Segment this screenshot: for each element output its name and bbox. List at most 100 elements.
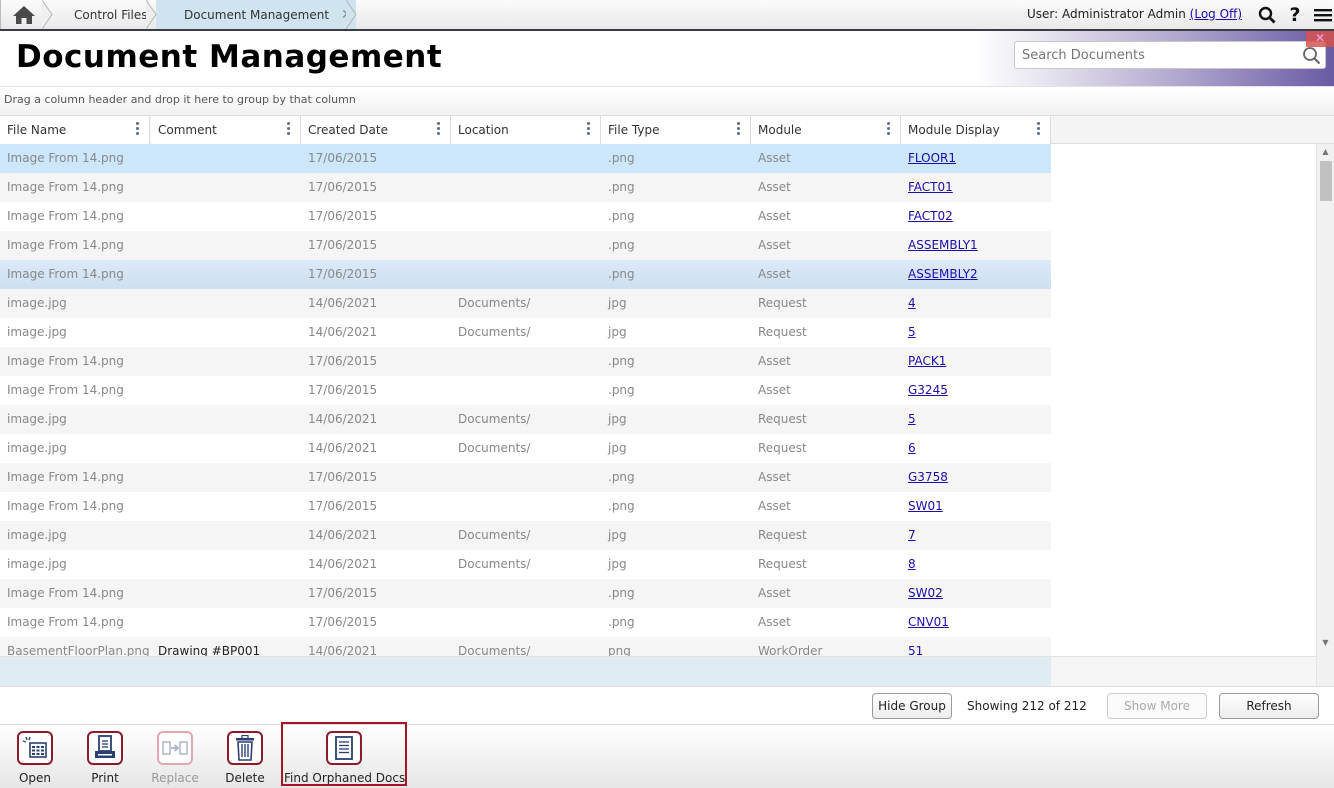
- module-display-link[interactable]: ASSEMBLY2: [908, 267, 978, 281]
- module-display-link[interactable]: FLOOR1: [908, 151, 956, 165]
- show-more-button[interactable]: Show More: [1107, 693, 1207, 719]
- module-display-link[interactable]: PACK1: [908, 354, 946, 368]
- column-menu-icon[interactable]: [437, 122, 441, 138]
- table-row[interactable]: Image From 14.png 17/06/2015 .png Asset G375…: [0, 463, 1051, 492]
- hide-group-button[interactable]: Hide Group: [872, 693, 952, 719]
- column-header[interactable]: File Type: [601, 116, 751, 144]
- module-display-link[interactable]: SW02: [908, 586, 943, 600]
- search-icon[interactable]: [1302, 46, 1321, 68]
- search-icon[interactable]: [1256, 4, 1278, 26]
- replace-icon: [162, 741, 188, 755]
- column-menu-icon[interactable]: [136, 122, 140, 138]
- table-row[interactable]: image.jpg 14/06/2021 Documents/jpg Request 6: [0, 434, 1051, 463]
- module-display-link[interactable]: 7: [908, 528, 916, 542]
- file-name-cell: Image From 14.png: [7, 267, 124, 281]
- table-row[interactable]: Image From 14.png 17/06/2015 .png Asset G324…: [0, 376, 1051, 405]
- find-orphaned-docs-button[interactable]: Find Orphaned Docs: [284, 731, 406, 785]
- tool-label: Find Orphaned Docs: [284, 771, 406, 785]
- table-row[interactable]: Image From 14.png 17/06/2015 .png Asset FLOO…: [0, 144, 1051, 173]
- column-menu-icon[interactable]: [1037, 122, 1041, 138]
- module-display-link[interactable]: G3758: [908, 470, 948, 484]
- table-row[interactable]: image.jpg 14/06/2021 Documents/jpg Request 4: [0, 289, 1051, 318]
- table-row[interactable]: image.jpg 14/06/2021 Documents/jpg Request 5: [0, 405, 1051, 434]
- scroll-thumb[interactable]: [1320, 161, 1332, 201]
- module-cell: Asset: [758, 499, 791, 513]
- breadcrumb-separator-icon: [346, 0, 357, 29]
- module-cell: Request: [758, 528, 807, 542]
- table-row[interactable]: Image From 14.png 17/06/2015 .png Asset FACT…: [0, 173, 1051, 202]
- log-off-link[interactable]: (Log Off): [1190, 7, 1242, 21]
- table-row[interactable]: Image From 14.png 17/06/2015 .png Asset ASSE…: [0, 260, 1051, 289]
- file-type-cell: .png: [608, 209, 635, 223]
- comment-cell: [151, 608, 301, 637]
- file-name-cell: Image From 14.png: [7, 470, 124, 484]
- module-cell: Request: [758, 557, 807, 571]
- module-display-link[interactable]: FACT01: [908, 180, 953, 194]
- table-row[interactable]: Image From 14.png 17/06/2015 .png Asset CNV0…: [0, 608, 1051, 637]
- column-header-label: Module: [758, 123, 802, 137]
- table-row[interactable]: Image From 14.png 17/06/2015 .png Asset PACK…: [0, 347, 1051, 376]
- document-icon: [335, 736, 353, 760]
- table-row[interactable]: Image From 14.png 17/06/2015 .png Asset SW02: [0, 579, 1051, 608]
- location-cell: Documents/: [458, 325, 531, 339]
- module-display-link[interactable]: 5: [908, 412, 916, 426]
- module-display-link[interactable]: G3245: [908, 383, 948, 397]
- column-header[interactable]: Module: [751, 116, 901, 144]
- home-breadcrumb[interactable]: [0, 0, 53, 29]
- column-header[interactable]: Comment: [151, 116, 301, 144]
- table-row[interactable]: Image From 14.png 17/06/2015 .png Asset SW01: [0, 492, 1051, 521]
- vertical-scrollbar[interactable]: ▲ ▼: [1316, 144, 1334, 686]
- table-row[interactable]: image.jpg 14/06/2021 Documents/jpg Request 7: [0, 521, 1051, 550]
- search-input[interactable]: [1015, 42, 1295, 68]
- comment-cell: [151, 376, 301, 405]
- module-display-link[interactable]: ASSEMBLY1: [908, 238, 978, 252]
- breadcrumb-document-management[interactable]: Document Management ✕: [156, 0, 357, 29]
- table-row[interactable]: image.jpg 14/06/2021 Documents/jpg Request 5: [0, 318, 1051, 347]
- module-cell: Asset: [758, 151, 791, 165]
- scroll-down-icon[interactable]: ▼: [1317, 638, 1334, 652]
- group-drop-area[interactable]: Drag a column header and drop it here to…: [0, 88, 1334, 115]
- module-display-link[interactable]: CNV01: [908, 615, 949, 629]
- print-button[interactable]: Print: [75, 731, 135, 785]
- refresh-button[interactable]: Refresh: [1219, 693, 1319, 719]
- table-row[interactable]: image.jpg 14/06/2021 Documents/jpg Request 8: [0, 550, 1051, 579]
- table-row[interactable]: Image From 14.png 17/06/2015 .png Asset ASSE…: [0, 231, 1051, 260]
- module-display-link[interactable]: FACT02: [908, 209, 953, 223]
- close-panel-button[interactable]: ✕: [1306, 31, 1334, 47]
- delete-button[interactable]: Delete: [215, 731, 275, 785]
- breadcrumb-control-files[interactable]: Control Files: [52, 0, 157, 29]
- comment-cell: [151, 434, 301, 463]
- column-menu-icon[interactable]: [287, 122, 291, 138]
- module-display-link[interactable]: 6: [908, 441, 916, 455]
- column-header[interactable]: Module Display: [901, 116, 1051, 144]
- column-menu-icon[interactable]: [737, 122, 741, 138]
- table-row[interactable]: Image From 14.png 17/06/2015 .png Asset FACT…: [0, 202, 1051, 231]
- location-cell: Documents/: [458, 412, 531, 426]
- location-cell: [451, 347, 601, 376]
- tool-label: Replace: [151, 771, 199, 785]
- column-menu-icon[interactable]: [587, 122, 591, 138]
- module-display-link[interactable]: 5: [908, 325, 916, 339]
- column-header[interactable]: Created Date: [301, 116, 451, 144]
- open-button[interactable]: Open: [5, 731, 65, 785]
- module-display-link[interactable]: SW01: [908, 499, 943, 513]
- help-icon[interactable]: ?: [1284, 4, 1306, 26]
- file-type-cell: .png: [608, 499, 635, 513]
- module-display-link[interactable]: 4: [908, 296, 916, 310]
- grid-body: Image From 14.png 17/06/2015 .png Asset FLOO…: [0, 144, 1316, 656]
- replace-button[interactable]: Replace: [145, 731, 205, 785]
- module-display-link[interactable]: 51: [908, 644, 923, 656]
- column-header-label: Comment: [158, 123, 217, 137]
- module-display-link[interactable]: 8: [908, 557, 916, 571]
- module-display-cell: 7: [901, 521, 1051, 550]
- scroll-up-icon[interactable]: ▲: [1317, 147, 1334, 161]
- menu-icon[interactable]: [1312, 4, 1334, 26]
- trash-icon: [236, 735, 254, 761]
- column-header[interactable]: File Name: [0, 116, 150, 144]
- column-menu-icon[interactable]: [887, 122, 891, 138]
- table-row[interactable]: BasementFloorPlan.png Drawing #BP001 14/06…: [0, 637, 1051, 656]
- created-date-cell: 14/06/2021: [308, 528, 378, 542]
- file-type-cell: .png: [608, 586, 635, 600]
- column-header[interactable]: Location: [451, 116, 601, 144]
- module-cell: Asset: [758, 209, 791, 223]
